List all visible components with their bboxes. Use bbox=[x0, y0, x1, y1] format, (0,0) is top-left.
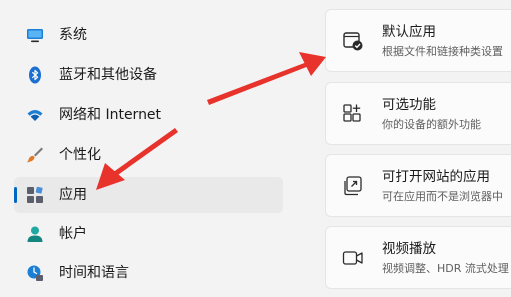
sidebar-item-network[interactable]: 网络和 Internet bbox=[14, 97, 283, 133]
card-description: 根据文件和链接种类设置 bbox=[382, 45, 503, 58]
sidebar-item-label: 个性化 bbox=[59, 147, 101, 163]
sidebar-item-system[interactable]: 系统 bbox=[14, 17, 283, 53]
sidebar-item-personalization[interactable]: 个性化 bbox=[14, 137, 283, 173]
time-language-icon bbox=[27, 265, 43, 281]
card-title: 可选功能 bbox=[382, 97, 436, 113]
sidebar-item-time-language[interactable]: 时间和语言 bbox=[14, 255, 283, 291]
sidebar-item-apps[interactable]: 应用 bbox=[14, 177, 283, 213]
sidebar-item-label: 系统 bbox=[59, 27, 87, 43]
default-apps-icon bbox=[343, 32, 363, 51]
card-title: 可打开网站的应用 bbox=[382, 169, 490, 185]
selection-indicator bbox=[14, 187, 17, 203]
sidebar-item-label: 时间和语言 bbox=[59, 265, 129, 281]
sidebar-item-label: 帐户 bbox=[59, 226, 87, 242]
video-playback-icon bbox=[342, 251, 363, 265]
paintbrush-icon bbox=[27, 147, 43, 163]
card-title: 视频播放 bbox=[382, 241, 436, 257]
card-description: 视频调整、HDR 流式处理 bbox=[382, 262, 509, 275]
bluetooth-icon bbox=[29, 66, 41, 84]
sidebar-item-accounts[interactable]: 帐户 bbox=[14, 216, 283, 252]
account-icon bbox=[27, 226, 43, 242]
card-description: 你的设备的额外功能 bbox=[382, 118, 481, 131]
sidebar-item-bluetooth[interactable]: 蓝牙和其他设备 bbox=[14, 57, 283, 93]
optional-features-icon bbox=[343, 104, 361, 122]
sidebar-item-label: 网络和 Internet bbox=[59, 107, 162, 123]
wifi-icon bbox=[27, 110, 43, 121]
card-default-apps[interactable]: 默认应用 根据文件和链接种类设置 bbox=[325, 9, 511, 72]
card-video-playback[interactable]: 视频播放 视频调整、HDR 流式处理 bbox=[325, 226, 511, 289]
card-optional-features[interactable]: 可选功能 你的设备的额外功能 bbox=[325, 82, 511, 145]
apps-icon bbox=[27, 186, 43, 203]
system-monitor-icon bbox=[27, 29, 43, 43]
sidebar-item-label: 应用 bbox=[59, 187, 87, 203]
card-description: 可在应用而不是浏览器中 bbox=[382, 190, 503, 203]
apps-for-websites-icon bbox=[344, 176, 362, 196]
card-apps-for-websites[interactable]: 可打开网站的应用 可在应用而不是浏览器中 bbox=[325, 154, 511, 217]
sidebar-nav: 系统 蓝牙和其他设备 网络和 Internet 个性化 应用 帐户 时间和语言 bbox=[0, 0, 300, 297]
card-title: 默认应用 bbox=[382, 24, 436, 40]
sidebar-item-label: 蓝牙和其他设备 bbox=[59, 67, 157, 83]
